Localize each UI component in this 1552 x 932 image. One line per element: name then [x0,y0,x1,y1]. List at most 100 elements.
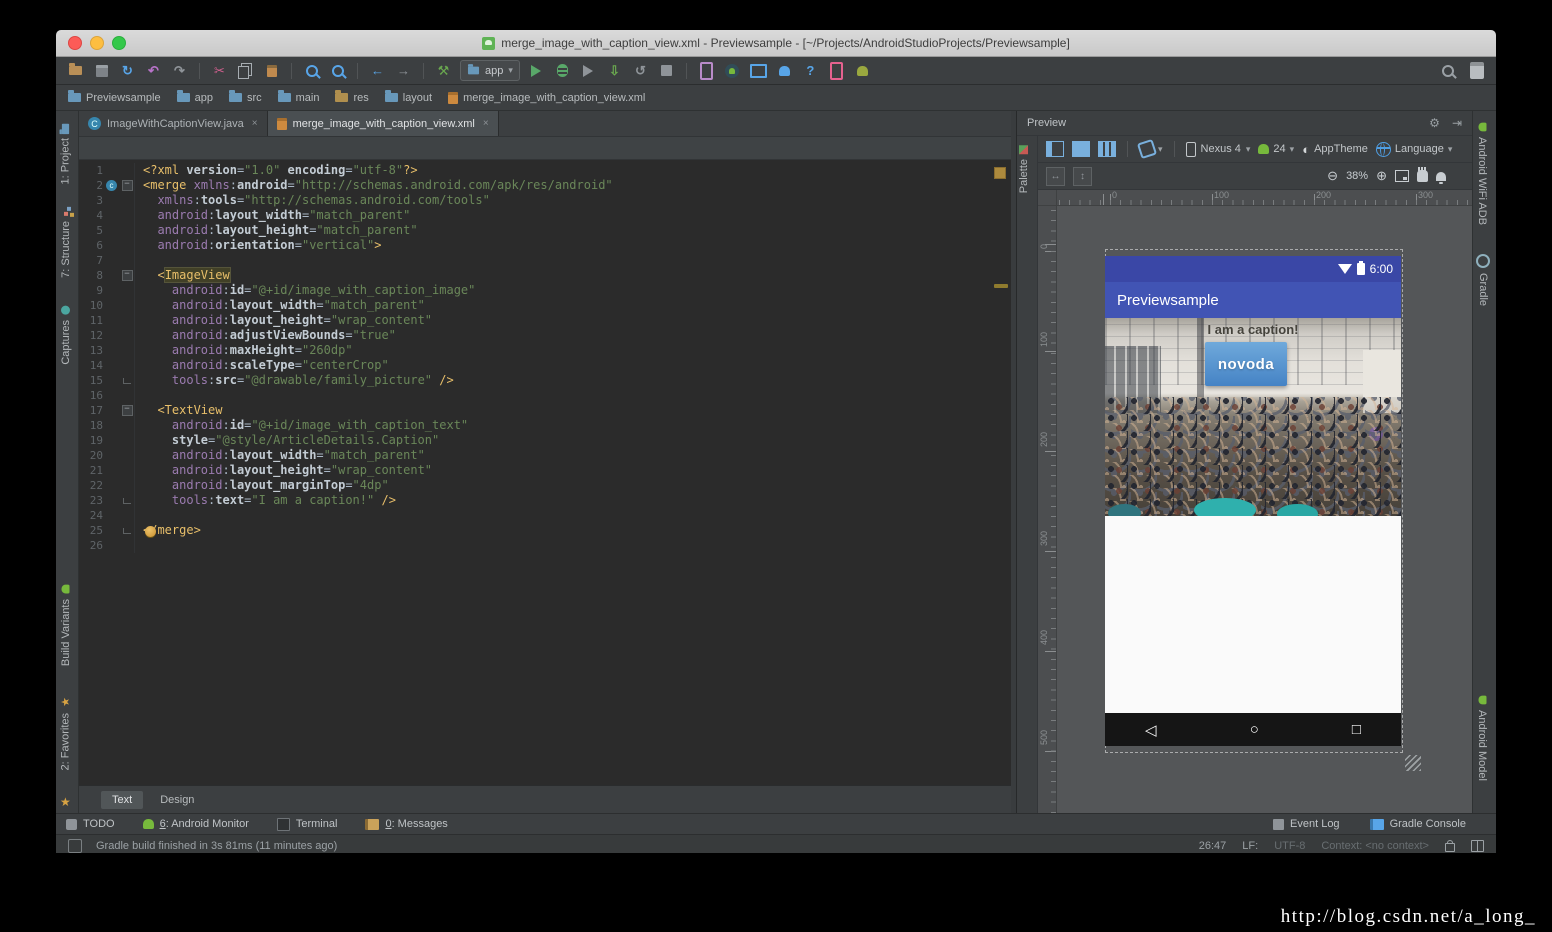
fold-gutter[interactable] [120,433,135,448]
code-text[interactable]: android:layout_width="match_parent" [139,448,425,463]
code-text[interactable]: android:layout_height="wrap_content" [139,313,432,328]
code-text[interactable]: android:id="@+id/image_with_caption_imag… [139,283,475,298]
toolwindow-terminal[interactable]: Terminal [276,817,337,831]
fold-gutter[interactable] [120,493,135,508]
fold-gutter[interactable] [120,538,135,553]
nav-home-icon[interactable]: ○ [1250,721,1259,738]
undo-button[interactable]: ↶ [144,61,163,80]
code-text[interactable] [139,538,143,553]
related-class-icon[interactable]: c [106,180,117,191]
find-button[interactable] [302,61,321,80]
code-text[interactable]: android:layout_height="wrap_content" [139,463,432,478]
layout-variant-3-icon[interactable] [1098,141,1116,157]
nav-back-icon[interactable]: ◁ [1145,721,1157,739]
zoom-in-icon[interactable]: ⊕ [1376,168,1387,184]
pan-hand-icon[interactable] [1417,167,1428,182]
phone-preview[interactable]: 6:00 Previewsample novoda I am a caption… [1105,256,1401,746]
code-text[interactable] [139,388,143,403]
close-icon[interactable]: × [483,118,489,129]
code-editor[interactable]: 1 <?xml version="1.0" encoding="utf-8"?> 2… [79,160,1011,785]
code-line[interactable]: 23 tools:text="I am a caption!" /> [79,493,1011,508]
code-line[interactable]: 2 c − <merge xmlns:android="http://schemas.… [79,178,1011,193]
hide-panel-icon[interactable]: ⇥ [1452,116,1462,130]
lock-icon[interactable] [1445,839,1455,852]
preview-canvas[interactable]: 6:00 Previewsample novoda I am a caption… [1057,206,1472,813]
fold-gutter[interactable] [120,388,135,403]
file-status-marker[interactable] [994,167,1006,179]
code-line[interactable]: 11 android:layout_height="wrap_content" [79,313,1011,328]
code-line[interactable]: 25 </merge> [79,523,1011,538]
back-button[interactable]: ← [368,61,387,80]
code-line[interactable]: 21 android:layout_height="wrap_content" [79,463,1011,478]
line-separator-indicator[interactable]: LF: [1242,840,1258,852]
status-message[interactable]: Gradle build finished in 3s 81ms (11 min… [96,840,337,852]
attach-debugger-button[interactable]: ⇩ [605,61,624,80]
breadcrumb-item-file[interactable]: merge_image_with_caption_view.xml [448,91,645,104]
theme-selector[interactable]: ◐ AppTheme [1302,142,1368,157]
api-selector[interactable]: 24 ▾ [1258,143,1294,155]
breadcrumb-item-project[interactable]: Previewsample [68,90,161,104]
code-line[interactable]: 3 xmlns:tools="http://schemas.android.co… [79,193,1011,208]
fold-gutter[interactable] [120,253,135,268]
code-line[interactable]: 12 android:adjustViewBounds="true" [79,328,1011,343]
breadcrumb-item-layout[interactable]: layout [384,90,432,104]
code-text[interactable]: <TextView [139,403,222,418]
fold-gutter[interactable] [120,238,135,253]
fold-collapse-icon[interactable]: − [121,180,133,191]
code-text[interactable]: android:layout_width="match_parent" [139,208,410,223]
toolwindow-android-monitor[interactable]: 6: Android Monitor [142,818,249,830]
run-coverage-button[interactable] [579,61,598,80]
resize-height-button[interactable]: ↕ [1073,166,1092,186]
redo-button[interactable]: ↷ [170,61,189,80]
code-line[interactable]: 6 android:orientation="vertical"> [79,238,1011,253]
run-button[interactable] [527,61,546,80]
notifications-bell-icon[interactable] [1436,171,1446,184]
family-picture-image[interactable]: novoda I am a caption! [1105,318,1401,516]
code-line[interactable]: 7 [79,253,1011,268]
fold-collapse-icon[interactable]: − [121,405,133,416]
replace-button[interactable] [328,61,347,80]
fold-gutter[interactable]: − [120,268,135,283]
toolwindow-todo[interactable]: TODO [66,818,115,830]
code-line[interactable]: 10 android:layout_width="match_parent" [79,298,1011,313]
gear-icon[interactable]: ⚙ [1429,116,1440,130]
toolwindow-gradle-console[interactable]: Gradle Console [1369,818,1466,830]
code-text[interactable]: <merge xmlns:android="http://schemas.and… [139,178,613,193]
code-line[interactable]: 4 android:layout_width="match_parent" [79,208,1011,223]
sidebar-item-favorites[interactable]: 2: Favorites ★ [59,688,72,777]
code-line[interactable]: 9 android:id="@+id/image_with_caption_im… [79,283,1011,298]
code-text[interactable] [139,253,143,268]
code-line[interactable]: 26 [79,538,1011,553]
debug-button[interactable] [553,61,572,80]
tab-text[interactable]: Text [101,790,144,809]
code-text[interactable]: <ImageView [139,268,230,283]
code-line[interactable]: 18 android:id="@+id/image_with_caption_t… [79,418,1011,433]
code-line[interactable]: 1 <?xml version="1.0" encoding="utf-8"?> [79,163,1011,178]
fold-gutter[interactable] [120,163,135,178]
zoom-out-icon[interactable]: ⊖ [1327,168,1338,184]
android-assistant-button[interactable] [853,61,872,80]
device-selector[interactable]: Nexus 4 ▾ [1185,141,1250,157]
code-line[interactable]: 22 android:layout_marginTop="4dp" [79,478,1011,493]
fold-gutter[interactable] [120,478,135,493]
sidebar-item-android-model[interactable]: Android Model [1476,688,1488,788]
code-line[interactable]: 17 − <TextView [79,403,1011,418]
code-line[interactable]: 24 [79,508,1011,523]
layout-variant-1-icon[interactable] [1046,141,1064,157]
fold-gutter[interactable] [120,208,135,223]
code-line[interactable]: 15 tools:src="@drawable/family_picture" … [79,373,1011,388]
breadcrumb-item-res[interactable]: res [335,90,369,104]
close-icon[interactable]: × [252,118,258,129]
code-text[interactable]: style="@style/ArticleDetails.Caption" [139,433,439,448]
run-configuration-selector[interactable]: app ▾ [460,60,520,81]
tab-palette[interactable]: Palette [1018,138,1030,200]
editor-tab-java[interactable]: ImageWithCaptionView.java × [79,111,268,136]
orientation-selector[interactable]: ▾ [1136,138,1163,160]
adb-wifi-button[interactable] [775,61,794,80]
layout-inspector-button[interactable] [827,61,846,80]
fold-gutter[interactable] [120,223,135,238]
fold-gutter[interactable]: − [120,403,135,418]
code-text[interactable] [139,508,143,523]
code-text[interactable]: android:maxHeight="260dp" [139,343,353,358]
code-text[interactable]: tools:src="@drawable/family_picture" /> [139,373,454,388]
